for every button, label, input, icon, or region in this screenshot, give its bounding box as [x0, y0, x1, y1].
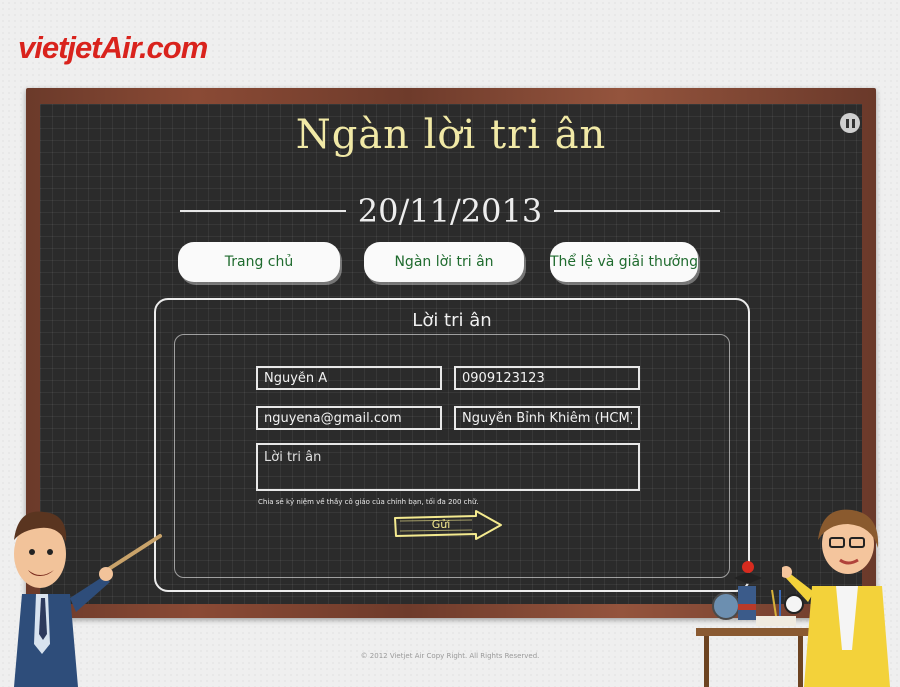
gratitude-form: Lời tri ân Chia sẻ kỷ niệm về thầy cô gi…	[154, 298, 750, 592]
name-field[interactable]	[256, 366, 442, 390]
tab-ngan-loi-tri-an[interactable]: Ngàn lời tri ân	[364, 242, 524, 282]
page-title: Ngàn lời tri ân	[295, 112, 607, 158]
form-title: Lời tri ân	[412, 310, 492, 331]
submit-label: Gửi	[431, 518, 451, 531]
vietjetair-logo[interactable]: vietjetAir.com	[18, 30, 208, 66]
event-date: 20/11/2013	[357, 192, 543, 230]
message-hint: Chia sẻ kỷ niệm về thầy cô giáo của chín…	[258, 498, 479, 506]
teacher-man-illustration	[14, 511, 162, 687]
date-banner: 20/11/2013	[168, 192, 732, 230]
date-rule-left	[180, 210, 346, 212]
main-nav: Trang chủ Ngàn lời tri ân Thể lệ và giải…	[40, 242, 862, 284]
submit-button[interactable]: Gửi	[392, 510, 504, 542]
school-field[interactable]	[454, 406, 640, 430]
teacher-woman-illustration	[782, 509, 890, 687]
tab-the-le-giai-thuong[interactable]: Thể lệ và giải thưởng	[550, 242, 698, 282]
date-rule-right	[554, 210, 720, 212]
tab-trang-chu[interactable]: Trang chủ	[178, 242, 340, 282]
phone-field[interactable]	[454, 366, 640, 390]
email-field[interactable]	[256, 406, 442, 430]
message-field[interactable]	[256, 443, 640, 491]
